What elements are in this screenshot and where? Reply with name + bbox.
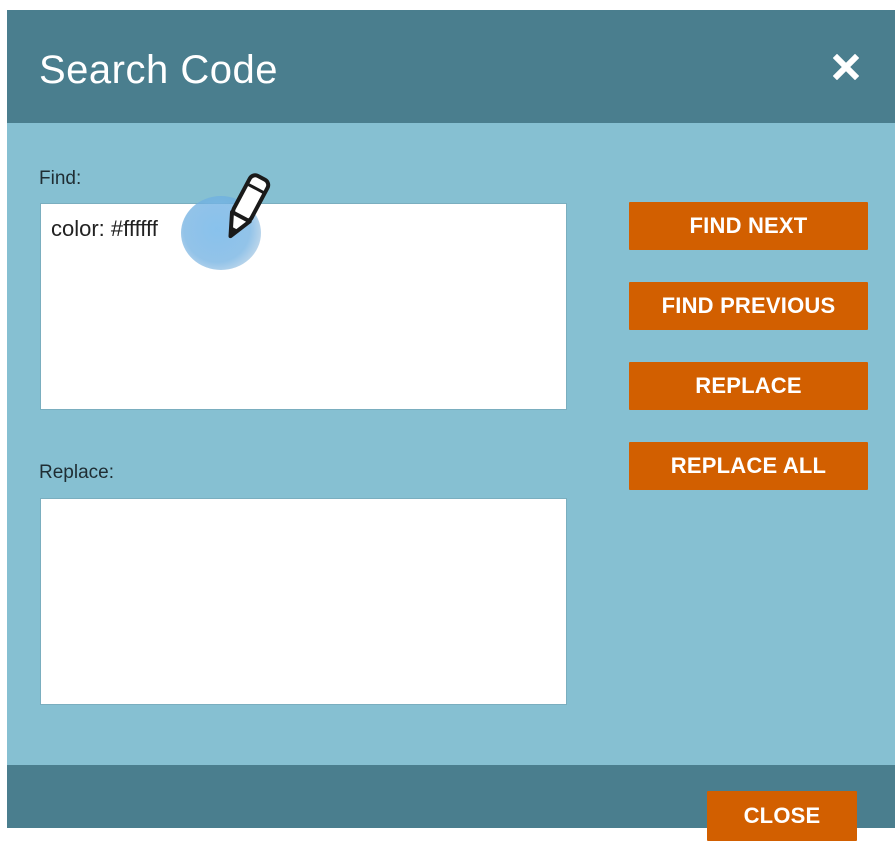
replace-button[interactable]: REPLACE bbox=[629, 362, 868, 410]
search-code-dialog: Search Code Find: color: #ffffff Replace… bbox=[7, 10, 895, 841]
close-button[interactable]: CLOSE bbox=[707, 791, 857, 841]
dialog-title: Search Code bbox=[39, 48, 278, 92]
find-textarea[interactable]: color: #ffffff bbox=[40, 203, 567, 410]
dialog-footer: CLOSE bbox=[7, 765, 895, 841]
dialog-titlebar: Search Code bbox=[7, 10, 895, 123]
find-next-button[interactable]: FIND NEXT bbox=[629, 202, 868, 250]
find-previous-button[interactable]: FIND PREVIOUS bbox=[629, 282, 868, 330]
find-label: Find: bbox=[39, 168, 82, 189]
replace-label: Replace: bbox=[39, 462, 114, 483]
replace-all-button[interactable]: REPLACE ALL bbox=[629, 442, 868, 490]
replace-textarea[interactable] bbox=[40, 498, 567, 705]
pencil-cursor-icon bbox=[228, 173, 271, 239]
close-x-icon[interactable] bbox=[833, 54, 859, 80]
